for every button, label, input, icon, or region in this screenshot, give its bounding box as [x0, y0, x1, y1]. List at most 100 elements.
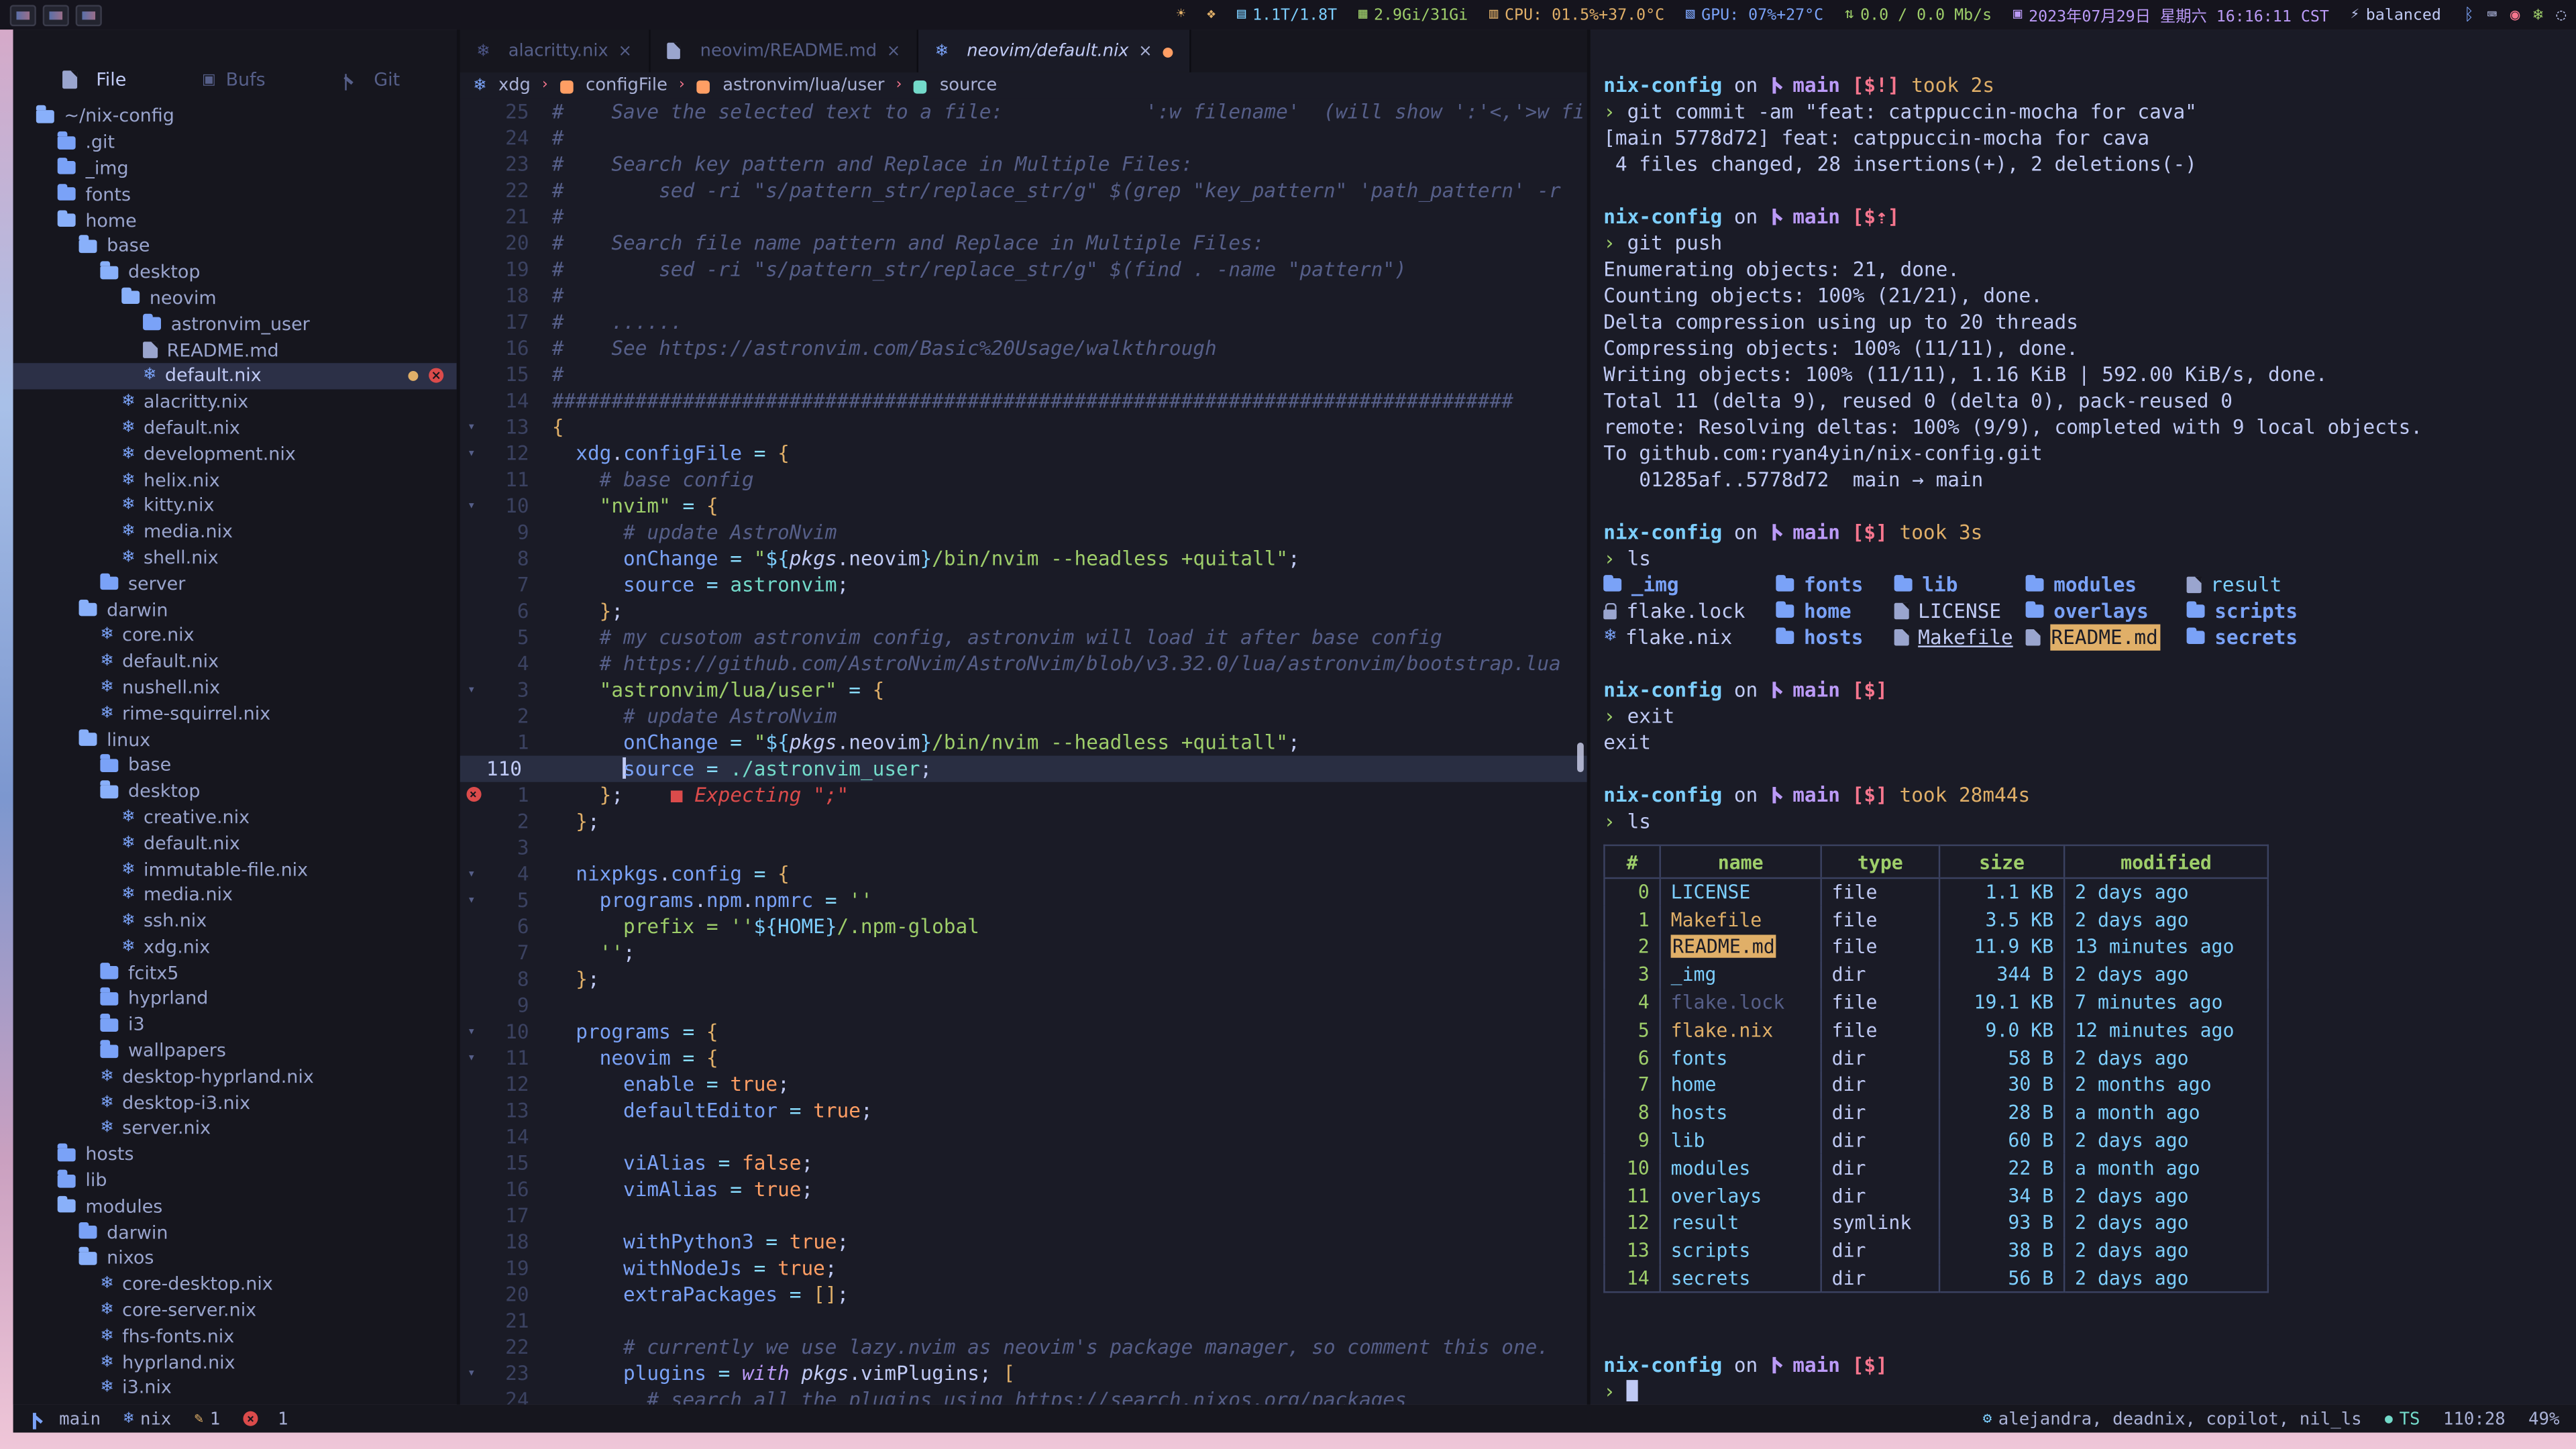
- tree-item[interactable]: fonts: [13, 181, 457, 207]
- code-line[interactable]: ▾4 nixpkgs.config = {: [460, 861, 1587, 887]
- tree-item[interactable]: ❄shell.nix: [13, 545, 457, 571]
- code-line[interactable]: 17: [460, 1203, 1587, 1229]
- tree-item[interactable]: ❄fhs-fonts.nix: [13, 1324, 457, 1350]
- editor-scrollbar[interactable]: [1577, 743, 1584, 772]
- code-line[interactable]: 9: [460, 992, 1587, 1018]
- code-line[interactable]: 14: [460, 1124, 1587, 1150]
- terminal-pane[interactable]: nix-config on main [$!] took 2s› git com…: [1591, 30, 2576, 1405]
- tree-item[interactable]: nixos: [13, 1245, 457, 1271]
- code-line[interactable]: 7 source = astronvim;: [460, 572, 1587, 598]
- code-line[interactable]: 21#: [460, 204, 1587, 230]
- code-line[interactable]: 14######################################…: [460, 388, 1587, 414]
- code-line[interactable]: 11 # base config: [460, 467, 1587, 493]
- buffer-tab[interactable]: neovim/README.md×: [650, 30, 918, 72]
- tree-item[interactable]: ❄default.nix: [13, 830, 457, 856]
- tree-item[interactable]: darwin: [13, 1220, 457, 1246]
- tree-item[interactable]: ❄xdg.nix: [13, 934, 457, 960]
- code-line[interactable]: 21: [460, 1307, 1587, 1334]
- tree-item[interactable]: ❄kitty.nix: [13, 493, 457, 519]
- tree-item[interactable]: ❄desktop-hyprland.nix: [13, 1064, 457, 1090]
- code-line[interactable]: ▾10 "nvim" = {: [460, 493, 1587, 519]
- code-line[interactable]: 16# See https://astronvim.com/Basic%20Us…: [460, 335, 1587, 362]
- tree-item[interactable]: server: [13, 571, 457, 597]
- tree-item[interactable]: hosts: [13, 1142, 457, 1168]
- tree-tab-git[interactable]: Git: [341, 69, 400, 91]
- code-line[interactable]: ▾12 xdg.configFile = {: [460, 440, 1587, 466]
- code-line[interactable]: 24 # search all the plugins using https:…: [460, 1387, 1587, 1405]
- code-line[interactable]: 18#: [460, 282, 1587, 309]
- tree-item[interactable]: README.md: [13, 337, 457, 363]
- breadcrumb-item[interactable]: astronvim/lua/user: [696, 76, 884, 95]
- tree-item[interactable]: ❄alacritty.nix: [13, 389, 457, 415]
- code-line[interactable]: ×1 }; ■ Expecting ";": [460, 782, 1587, 808]
- code-line[interactable]: 13 defaultEditor = true;: [460, 1097, 1587, 1124]
- code-line[interactable]: 16 vimAlias = true;: [460, 1176, 1587, 1202]
- tree-item[interactable]: .git: [13, 129, 457, 156]
- bluetooth-icon[interactable]: ᛒ: [2464, 6, 2474, 24]
- code-line[interactable]: ▾5 programs.npm.npmrc = '': [460, 887, 1587, 913]
- tree-item[interactable]: ❄core-server.nix: [13, 1297, 457, 1324]
- close-icon[interactable]: ×: [1138, 42, 1152, 60]
- code-line[interactable]: ▾3 "astronvim/lua/user" = {: [460, 677, 1587, 703]
- mute-icon[interactable]: ◉: [2510, 6, 2520, 24]
- tree-item[interactable]: ❄creative.nix: [13, 804, 457, 830]
- tree-item[interactable]: ❄development.nix: [13, 441, 457, 467]
- tree-item[interactable]: ❄default.nix●×: [13, 363, 457, 389]
- tree-item[interactable]: ❄desktop-i3.nix: [13, 1089, 457, 1116]
- code-line[interactable]: 20 extraPackages = [];: [460, 1281, 1587, 1307]
- code-line[interactable]: ▾13{: [460, 414, 1587, 440]
- code-line[interactable]: 6 prefix = ''${HOME}/.npm-global: [460, 914, 1587, 940]
- tree-item[interactable]: ❄default.nix: [13, 415, 457, 441]
- code-line[interactable]: 19# sed -ri "s/pattern_str/replace_str/g…: [460, 256, 1587, 282]
- window-button[interactable]: [10, 4, 36, 25]
- code-line[interactable]: 2 };: [460, 808, 1587, 835]
- window-button[interactable]: [43, 4, 69, 25]
- tree-item[interactable]: hyprland: [13, 986, 457, 1012]
- tree-item[interactable]: ❄nushell.nix: [13, 674, 457, 700]
- tree-item[interactable]: base: [13, 233, 457, 260]
- close-icon[interactable]: ×: [887, 42, 901, 60]
- tree-item[interactable]: desktop: [13, 778, 457, 804]
- tree-item[interactable]: lib: [13, 1167, 457, 1193]
- tree-item[interactable]: desktop: [13, 259, 457, 285]
- code-line[interactable]: 25# Save the selected text to a file: ':…: [460, 99, 1587, 125]
- tree-item[interactable]: ❄media.nix: [13, 882, 457, 908]
- tree-item[interactable]: darwin: [13, 596, 457, 623]
- code-line[interactable]: 4 # https://github.com/AstroNvim/AstroNv…: [460, 651, 1587, 677]
- code-line[interactable]: 17# ......: [460, 309, 1587, 335]
- code-line[interactable]: 3: [460, 835, 1587, 861]
- code-line[interactable]: 5 # my cusotom astronvim config, astronv…: [460, 625, 1587, 651]
- tree-item[interactable]: fcitx5: [13, 960, 457, 986]
- tree-item[interactable]: ❄hyprland.nix: [13, 1349, 457, 1375]
- code-line[interactable]: 6 };: [460, 598, 1587, 624]
- breadcrumb-item[interactable]: configFile: [559, 76, 667, 95]
- buffer-tab[interactable]: ❄neovim/default.nix×●: [918, 30, 1191, 72]
- breadcrumb-item[interactable]: ❄xdg: [473, 76, 531, 95]
- applet-icon[interactable]: ❄: [2533, 6, 2543, 24]
- code-line[interactable]: 24#: [460, 125, 1587, 151]
- tree-item[interactable]: ❄ssh.nix: [13, 908, 457, 934]
- tree-item[interactable]: home: [13, 207, 457, 233]
- tree-item[interactable]: modules: [13, 1193, 457, 1220]
- close-icon[interactable]: ×: [618, 42, 632, 60]
- code-line[interactable]: 15#: [460, 362, 1587, 388]
- tree-item[interactable]: ❄core-desktop.nix: [13, 1271, 457, 1297]
- tree-item[interactable]: ❄default.nix: [13, 649, 457, 675]
- tree-tab-bufs[interactable]: ▣Bufs: [202, 69, 266, 91]
- code-line[interactable]: 19 withNodeJs = true;: [460, 1255, 1587, 1281]
- tree-item[interactable]: astronvim_user: [13, 311, 457, 337]
- tree-item[interactable]: ❄helix.nix: [13, 467, 457, 493]
- tree-item[interactable]: ❄rime-squirrel.nix: [13, 700, 457, 727]
- code-line[interactable]: 18 withPython3 = true;: [460, 1229, 1587, 1255]
- tree-item[interactable]: linux: [13, 727, 457, 753]
- tree-item[interactable]: neovim: [13, 285, 457, 311]
- tree-item[interactable]: ❄immutable-file.nix: [13, 856, 457, 882]
- code-line[interactable]: 7 '';: [460, 940, 1587, 966]
- code-line[interactable]: 22# sed -ri "s/pattern_str/replace_str/g…: [460, 177, 1587, 203]
- tree-item[interactable]: ❄media.nix: [13, 519, 457, 545]
- tree-item[interactable]: base: [13, 752, 457, 778]
- code-line[interactable]: 12 enable = true;: [460, 1071, 1587, 1097]
- code-line[interactable]: 2 # update AstroNvim: [460, 703, 1587, 729]
- tree-item[interactable]: wallpapers: [13, 1038, 457, 1064]
- tree-item[interactable]: _img: [13, 156, 457, 182]
